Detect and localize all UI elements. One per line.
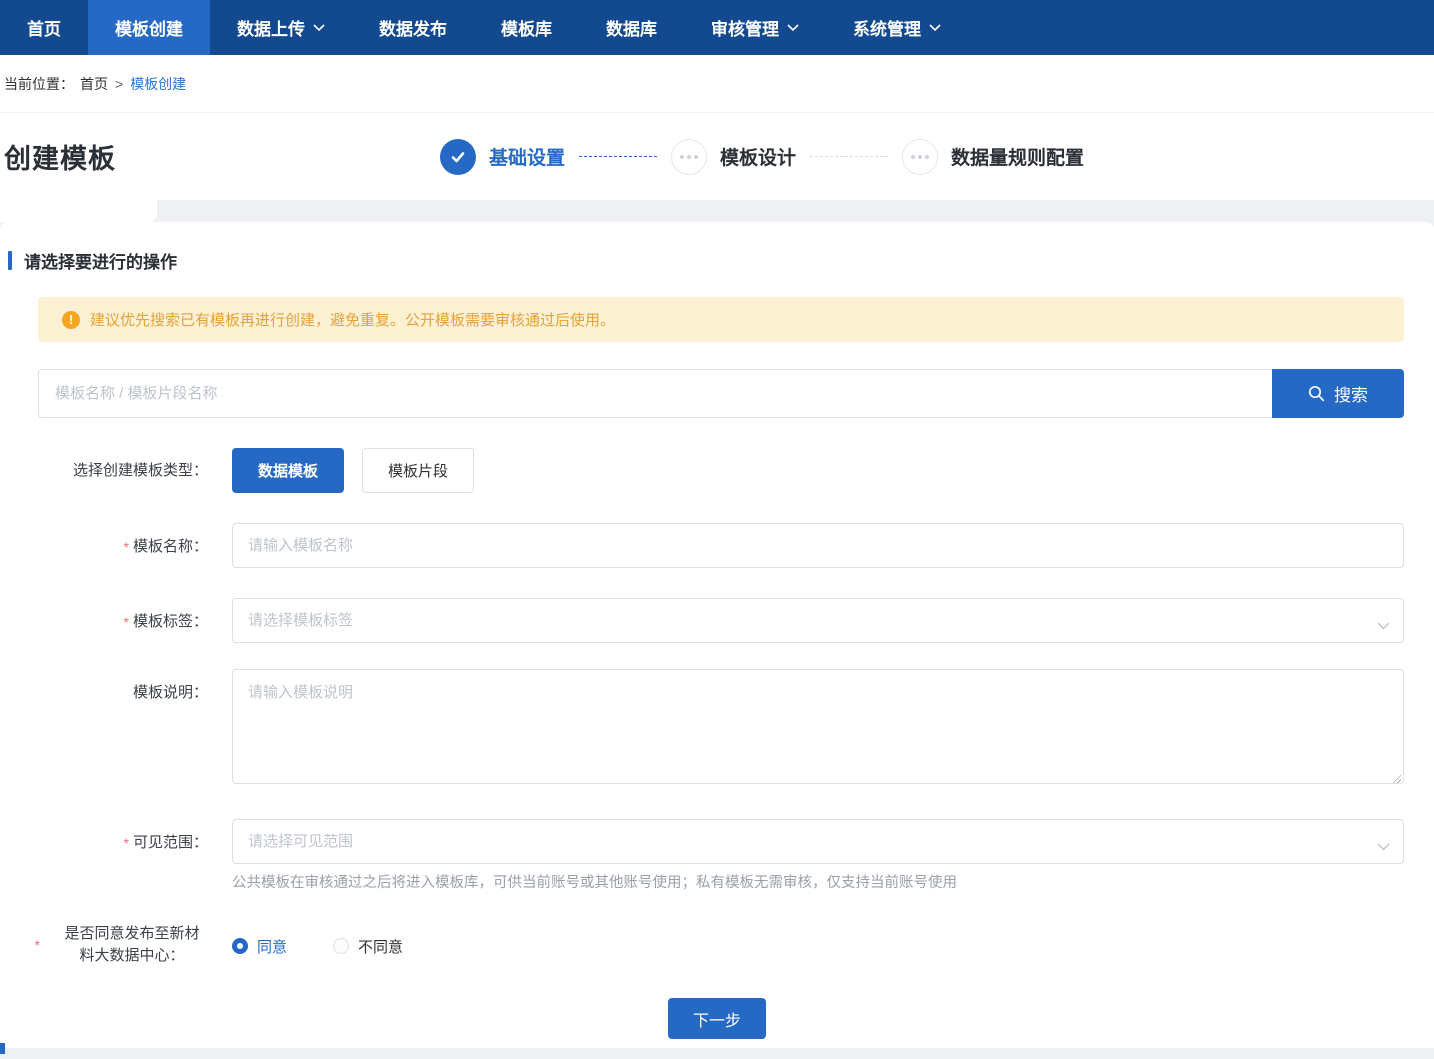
required-asterisk: * bbox=[123, 539, 129, 555]
step-connector bbox=[810, 156, 889, 157]
radio-agree[interactable]: 同意 bbox=[232, 936, 287, 957]
template-desc-row: 模板说明： bbox=[0, 669, 1404, 789]
visibility-label: * 可见范围： bbox=[0, 819, 208, 854]
template-name-input[interactable] bbox=[232, 523, 1404, 568]
nav-item-label: 首页 bbox=[27, 20, 61, 39]
step-data-rules-config[interactable]: 数据量规则配置 bbox=[902, 138, 1085, 175]
publish-consent-row: * 是否同意发布至新材 料大数据中心： 同意 不同意 bbox=[0, 923, 1404, 967]
nav-item-data-upload[interactable]: 数据上传 bbox=[210, 0, 352, 55]
nav-item-label: 审核管理 bbox=[711, 20, 779, 39]
required-asterisk: * bbox=[123, 614, 129, 630]
template-name-label: * 模板名称： bbox=[0, 523, 208, 558]
step-label: 模板设计 bbox=[720, 148, 797, 169]
nav-item-system-management[interactable]: 系统管理 bbox=[826, 0, 968, 55]
template-tag-row: * 模板标签： bbox=[0, 598, 1404, 643]
top-navigation: 首页 模板创建 数据上传 数据发布 模板库 数据库 审核管理 系统管理 bbox=[0, 0, 1434, 55]
step-template-design[interactable]: 模板设计 bbox=[671, 138, 797, 175]
nav-item-template-create[interactable]: 模板创建 bbox=[88, 0, 210, 55]
visibility-row: * 可见范围： 公共模板在审核通过之后将进入模板库，可供当前账号或其他账号使用；… bbox=[0, 819, 1404, 893]
template-name-row: * 模板名称： bbox=[0, 523, 1404, 568]
required-asterisk: * bbox=[34, 937, 40, 953]
step-label: 数据量规则配置 bbox=[951, 148, 1085, 169]
step-check-icon bbox=[440, 138, 476, 175]
step-pending-icon bbox=[671, 138, 708, 175]
bottom-gray-band bbox=[0, 1048, 1434, 1059]
breadcrumb-prefix: 当前位置： bbox=[4, 75, 74, 92]
chevron-down-icon bbox=[787, 23, 799, 32]
radio-label: 不同意 bbox=[358, 938, 404, 956]
section-accent-bar bbox=[8, 251, 12, 270]
breadcrumb-home-link[interactable]: 首页 bbox=[80, 74, 108, 94]
warning-icon: ! bbox=[62, 310, 80, 329]
visibility-select[interactable] bbox=[232, 819, 1404, 864]
type-option-data-template[interactable]: 数据模板 bbox=[232, 448, 345, 493]
warning-banner: ! 建议优先搜索已有模板再进行创建，避免重复。公开模板需要审核通过后使用。 bbox=[38, 297, 1404, 342]
section-header: 请选择要进行的操作 bbox=[8, 222, 1434, 273]
chevron-down-icon bbox=[929, 23, 941, 32]
radio-label: 同意 bbox=[257, 938, 288, 956]
section-title: 请选择要进行的操作 bbox=[24, 253, 177, 272]
actions-row: 下一步 bbox=[0, 998, 1434, 1039]
search-button-label: 搜索 bbox=[1334, 386, 1368, 405]
visibility-hint: 公共模板在审核通过之后将进入模板库，可供当前账号或其他账号使用；私有模板无需审核… bbox=[232, 875, 957, 891]
search-row: 搜索 bbox=[38, 369, 1404, 418]
page: 首页 模板创建 数据上传 数据发布 模板库 数据库 审核管理 系统管理 当前位置… bbox=[0, 0, 1434, 1059]
nav-item-template-library[interactable]: 模板库 bbox=[474, 0, 579, 55]
template-desc-textarea[interactable] bbox=[232, 669, 1404, 784]
next-step-button[interactable]: 下一步 bbox=[668, 998, 766, 1039]
breadcrumb-current-link[interactable]: 模板创建 bbox=[130, 74, 186, 94]
search-button[interactable]: 搜索 bbox=[1272, 369, 1404, 418]
chevron-down-icon bbox=[313, 23, 325, 32]
step-pending-icon bbox=[902, 138, 939, 175]
radio-checked-icon bbox=[232, 938, 248, 954]
nav-item-home[interactable]: 首页 bbox=[0, 0, 88, 55]
nav-item-database[interactable]: 数据库 bbox=[579, 0, 684, 55]
template-tag-label: * 模板标签： bbox=[0, 598, 208, 633]
page-header: 创建模板 基础设置 模板设计 数据量规则配置 bbox=[0, 113, 1434, 200]
nav-item-label: 模板库 bbox=[501, 20, 552, 39]
step-label: 基础设置 bbox=[489, 148, 566, 169]
type-option-template-fragment[interactable]: 模板片段 bbox=[362, 448, 475, 493]
header-card-gap bbox=[0, 200, 1434, 222]
nav-item-label: 模板创建 bbox=[115, 20, 183, 39]
step-basic-settings[interactable]: 基础设置 bbox=[440, 138, 566, 175]
breadcrumb-separator: > bbox=[115, 75, 124, 92]
nav-item-label: 系统管理 bbox=[853, 20, 921, 39]
next-section-accent-bar bbox=[0, 1043, 5, 1054]
template-type-row: 选择创建模板类型： 数据模板 模板片段 bbox=[0, 448, 1404, 493]
content-card: 请选择要进行的操作 ! 建议优先搜索已有模板再进行创建，避免重复。公开模板需要审… bbox=[0, 222, 1434, 1059]
publish-consent-label: * 是否同意发布至新材 料大数据中心： bbox=[34, 925, 200, 964]
warning-text: 建议优先搜索已有模板再进行创建，避免重复。公开模板需要审核通过后使用。 bbox=[90, 312, 616, 329]
stepper: 基础设置 模板设计 数据量规则配置 bbox=[440, 113, 1084, 200]
template-type-options: 数据模板 模板片段 bbox=[232, 448, 475, 493]
nav-item-label: 数据库 bbox=[606, 20, 657, 39]
publish-consent-options: 同意 不同意 bbox=[232, 934, 403, 957]
nav-item-label: 数据发布 bbox=[379, 20, 447, 39]
radio-unchecked-icon bbox=[333, 938, 350, 954]
breadcrumb: 当前位置： 首页 > 模板创建 bbox=[0, 55, 1434, 113]
title-tab-notch bbox=[0, 200, 157, 222]
template-type-label: 选择创建模板类型： bbox=[72, 461, 208, 479]
search-input[interactable] bbox=[38, 369, 1272, 418]
required-asterisk: * bbox=[123, 835, 129, 851]
template-tag-select[interactable] bbox=[232, 598, 1404, 643]
nav-item-review-management[interactable]: 审核管理 bbox=[684, 0, 826, 55]
search-icon bbox=[1308, 385, 1325, 402]
template-desc-label: 模板说明： bbox=[132, 684, 208, 701]
nav-item-data-publish[interactable]: 数据发布 bbox=[352, 0, 474, 55]
step-connector bbox=[579, 156, 658, 157]
radio-disagree[interactable]: 不同意 bbox=[333, 936, 403, 957]
page-title: 创建模板 bbox=[4, 144, 116, 174]
nav-item-label: 数据上传 bbox=[237, 20, 305, 39]
